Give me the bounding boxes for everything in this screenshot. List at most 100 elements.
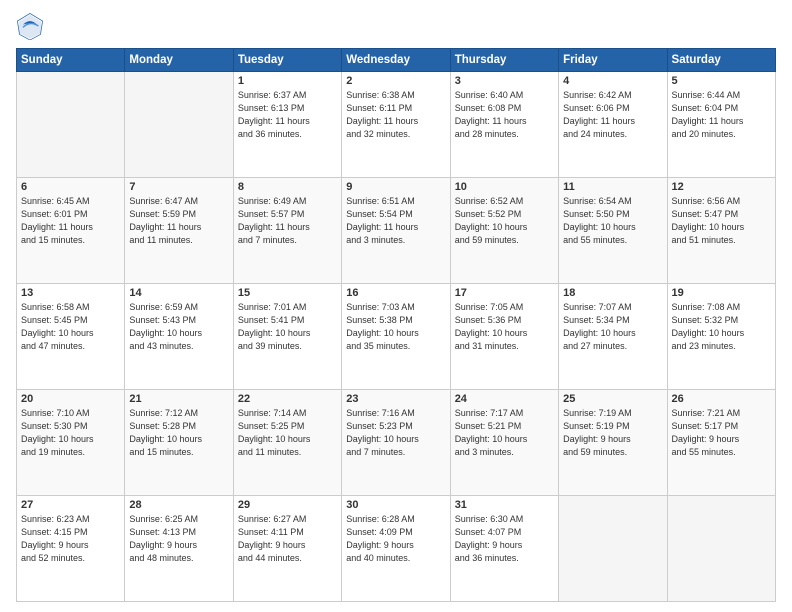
table-cell: 17 Sunrise: 7:05 AM Sunset: 5:36 PM Dayli… xyxy=(450,284,558,390)
day-number: 10 xyxy=(455,181,554,193)
day-info: Sunrise: 6:52 AM Sunset: 5:52 PM Dayligh… xyxy=(455,195,554,247)
day-info: Sunrise: 6:54 AM Sunset: 5:50 PM Dayligh… xyxy=(563,195,662,247)
table-cell xyxy=(17,72,125,178)
day-info: Sunrise: 6:56 AM Sunset: 5:47 PM Dayligh… xyxy=(672,195,771,247)
week-row-1: 1Sunrise: 6:37 AM Sunset: 6:13 PM Daylig… xyxy=(17,72,776,178)
day-number: 6 xyxy=(21,181,120,193)
table-cell: 16 Sunrise: 7:03 AM Sunset: 5:38 PM Dayli… xyxy=(342,284,450,390)
day-info: Sunrise: 6:28 AM Sunset: 4:09 PM Dayligh… xyxy=(346,513,445,565)
table-cell: 10 Sunrise: 6:52 AM Sunset: 5:52 PM Dayli… xyxy=(450,178,558,284)
logo-icon xyxy=(16,12,44,40)
day-info: Sunrise: 7:17 AM Sunset: 5:21 PM Dayligh… xyxy=(455,407,554,459)
day-info: Sunrise: 6:51 AM Sunset: 5:54 PM Dayligh… xyxy=(346,195,445,247)
day-number: 30 xyxy=(346,499,445,511)
weekday-thursday: Thursday xyxy=(450,49,558,72)
table-cell: 18Sunrise: 7:07 AM Sunset: 5:34 PM Dayli… xyxy=(559,284,667,390)
day-info: Sunrise: 7:10 AM Sunset: 5:30 PM Dayligh… xyxy=(21,407,120,459)
logo xyxy=(16,12,48,40)
day-info: Sunrise: 7:03 AM Sunset: 5:38 PM Dayligh… xyxy=(346,301,445,353)
day-info: Sunrise: 6:49 AM Sunset: 5:57 PM Dayligh… xyxy=(238,195,337,247)
weekday-friday: Friday xyxy=(559,49,667,72)
day-number: 1 xyxy=(238,75,337,87)
day-number: 29 xyxy=(238,499,337,511)
day-number: 23 xyxy=(346,393,445,405)
table-cell: 23 Sunrise: 7:16 AM Sunset: 5:23 PM Dayli… xyxy=(342,390,450,496)
table-cell: 4 Sunrise: 6:42 AM Sunset: 6:06 PM Daylig… xyxy=(559,72,667,178)
day-number: 12 xyxy=(672,181,771,193)
table-cell: 20 Sunrise: 7:10 AM Sunset: 5:30 PM Dayli… xyxy=(17,390,125,496)
day-info: Sunrise: 6:45 AM Sunset: 6:01 PM Dayligh… xyxy=(21,195,120,247)
day-number: 13 xyxy=(21,287,120,299)
day-number: 19 xyxy=(672,287,771,299)
weekday-monday: Monday xyxy=(125,49,233,72)
week-row-5: 27 Sunrise: 6:23 AM Sunset: 4:15 PM Dayli… xyxy=(17,496,776,602)
weekday-sunday: Sunday xyxy=(17,49,125,72)
day-info: Sunrise: 7:05 AM Sunset: 5:36 PM Dayligh… xyxy=(455,301,554,353)
page: SundayMondayTuesdayWednesdayThursdayFrid… xyxy=(0,0,792,612)
table-cell: 1Sunrise: 6:37 AM Sunset: 6:13 PM Daylig… xyxy=(233,72,341,178)
day-info: Sunrise: 6:58 AM Sunset: 5:45 PM Dayligh… xyxy=(21,301,120,353)
day-info: Sunrise: 7:19 AM Sunset: 5:19 PM Dayligh… xyxy=(563,407,662,459)
table-cell: 9 Sunrise: 6:51 AM Sunset: 5:54 PM Daylig… xyxy=(342,178,450,284)
day-number: 24 xyxy=(455,393,554,405)
day-number: 4 xyxy=(563,75,662,87)
day-info: Sunrise: 7:21 AM Sunset: 5:17 PM Dayligh… xyxy=(672,407,771,459)
day-info: Sunrise: 7:07 AM Sunset: 5:34 PM Dayligh… xyxy=(563,301,662,353)
day-number: 17 xyxy=(455,287,554,299)
day-info: Sunrise: 7:14 AM Sunset: 5:25 PM Dayligh… xyxy=(238,407,337,459)
day-info: Sunrise: 6:42 AM Sunset: 6:06 PM Dayligh… xyxy=(563,89,662,141)
week-row-4: 20 Sunrise: 7:10 AM Sunset: 5:30 PM Dayli… xyxy=(17,390,776,496)
table-cell: 25Sunrise: 7:19 AM Sunset: 5:19 PM Dayli… xyxy=(559,390,667,496)
day-number: 16 xyxy=(346,287,445,299)
day-number: 15 xyxy=(238,287,337,299)
day-info: Sunrise: 6:38 AM Sunset: 6:11 PM Dayligh… xyxy=(346,89,445,141)
day-info: Sunrise: 7:12 AM Sunset: 5:28 PM Dayligh… xyxy=(129,407,228,459)
day-info: Sunrise: 6:47 AM Sunset: 5:59 PM Dayligh… xyxy=(129,195,228,247)
week-row-2: 6 Sunrise: 6:45 AM Sunset: 6:01 PM Daylig… xyxy=(17,178,776,284)
table-cell: 22 Sunrise: 7:14 AM Sunset: 5:25 PM Dayli… xyxy=(233,390,341,496)
table-cell: 6 Sunrise: 6:45 AM Sunset: 6:01 PM Daylig… xyxy=(17,178,125,284)
day-number: 22 xyxy=(238,393,337,405)
table-cell: 13 Sunrise: 6:58 AM Sunset: 5:45 PM Dayli… xyxy=(17,284,125,390)
table-cell: 26 Sunrise: 7:21 AM Sunset: 5:17 PM Dayli… xyxy=(667,390,775,496)
day-number: 31 xyxy=(455,499,554,511)
day-info: Sunrise: 7:16 AM Sunset: 5:23 PM Dayligh… xyxy=(346,407,445,459)
table-cell: 14Sunrise: 6:59 AM Sunset: 5:43 PM Dayli… xyxy=(125,284,233,390)
day-number: 21 xyxy=(129,393,228,405)
table-cell: 31 Sunrise: 6:30 AM Sunset: 4:07 PM Dayli… xyxy=(450,496,558,602)
table-cell: 2 Sunrise: 6:38 AM Sunset: 6:11 PM Daylig… xyxy=(342,72,450,178)
day-number: 2 xyxy=(346,75,445,87)
table-cell: 3Sunrise: 6:40 AM Sunset: 6:08 PM Daylig… xyxy=(450,72,558,178)
day-number: 11 xyxy=(563,181,662,193)
day-number: 27 xyxy=(21,499,120,511)
table-cell: 27 Sunrise: 6:23 AM Sunset: 4:15 PM Dayli… xyxy=(17,496,125,602)
day-info: Sunrise: 6:59 AM Sunset: 5:43 PM Dayligh… xyxy=(129,301,228,353)
weekday-wednesday: Wednesday xyxy=(342,49,450,72)
table-cell: 11 Sunrise: 6:54 AM Sunset: 5:50 PM Dayli… xyxy=(559,178,667,284)
day-number: 5 xyxy=(672,75,771,87)
table-cell: 8 Sunrise: 6:49 AM Sunset: 5:57 PM Daylig… xyxy=(233,178,341,284)
day-info: Sunrise: 7:01 AM Sunset: 5:41 PM Dayligh… xyxy=(238,301,337,353)
day-info: Sunrise: 6:44 AM Sunset: 6:04 PM Dayligh… xyxy=(672,89,771,141)
table-cell: 28Sunrise: 6:25 AM Sunset: 4:13 PM Dayli… xyxy=(125,496,233,602)
table-cell xyxy=(667,496,775,602)
table-cell: 7 Sunrise: 6:47 AM Sunset: 5:59 PM Daylig… xyxy=(125,178,233,284)
day-info: Sunrise: 6:30 AM Sunset: 4:07 PM Dayligh… xyxy=(455,513,554,565)
day-number: 20 xyxy=(21,393,120,405)
day-number: 8 xyxy=(238,181,337,193)
table-cell xyxy=(125,72,233,178)
day-info: Sunrise: 6:23 AM Sunset: 4:15 PM Dayligh… xyxy=(21,513,120,565)
weekday-saturday: Saturday xyxy=(667,49,775,72)
day-info: Sunrise: 7:08 AM Sunset: 5:32 PM Dayligh… xyxy=(672,301,771,353)
table-cell: 19 Sunrise: 7:08 AM Sunset: 5:32 PM Dayli… xyxy=(667,284,775,390)
weekday-header-row: SundayMondayTuesdayWednesdayThursdayFrid… xyxy=(17,49,776,72)
day-number: 28 xyxy=(129,499,228,511)
day-number: 9 xyxy=(346,181,445,193)
day-number: 26 xyxy=(672,393,771,405)
day-info: Sunrise: 6:40 AM Sunset: 6:08 PM Dayligh… xyxy=(455,89,554,141)
header xyxy=(16,12,776,40)
table-cell: 30 Sunrise: 6:28 AM Sunset: 4:09 PM Dayli… xyxy=(342,496,450,602)
table-cell: 29Sunrise: 6:27 AM Sunset: 4:11 PM Dayli… xyxy=(233,496,341,602)
day-number: 7 xyxy=(129,181,228,193)
weekday-tuesday: Tuesday xyxy=(233,49,341,72)
